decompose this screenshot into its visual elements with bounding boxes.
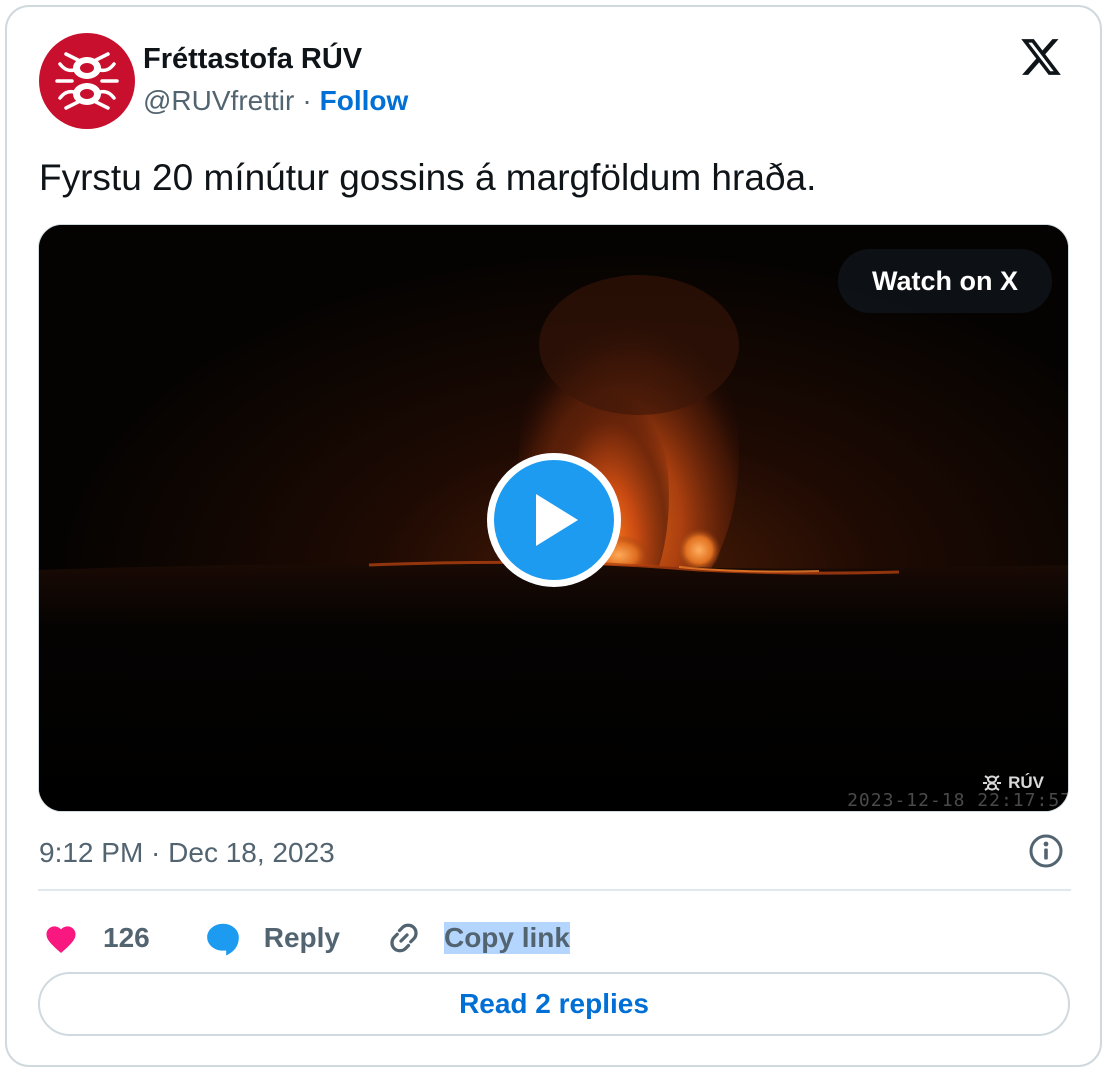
- tweet-text: Fyrstu 20 mínútur gossins á margföldum h…: [39, 157, 817, 198]
- author-name[interactable]: Fréttastofa RÚV: [143, 43, 362, 76]
- copy-link-button[interactable]: Copy link: [386, 920, 570, 956]
- follow-link[interactable]: Follow: [320, 85, 409, 117]
- video-player[interactable]: Watch on X RÚV 2023-12-18 22:17:57: [38, 224, 1069, 812]
- author-handle[interactable]: @RUVfrettir: [143, 85, 294, 117]
- like-button[interactable]: 126: [43, 922, 150, 954]
- separator: ·: [302, 85, 312, 116]
- action-bar: 126 Reply Copy link: [43, 912, 570, 964]
- camera-timestamp: 2023-12-18 22:17:57: [847, 790, 1069, 811]
- heart-icon: [43, 922, 79, 954]
- reply-button[interactable]: Reply: [204, 920, 340, 956]
- like-count: 126: [103, 922, 150, 953]
- play-button[interactable]: [487, 453, 621, 587]
- ruv-logo-icon: [55, 52, 119, 110]
- link-icon: [386, 920, 422, 956]
- divider: [38, 889, 1071, 891]
- watch-on-x-button[interactable]: Watch on X: [838, 249, 1052, 313]
- avatar[interactable]: [39, 33, 135, 129]
- x-logo-icon[interactable]: [1018, 35, 1064, 79]
- copy-link-label: Copy link: [443, 922, 570, 954]
- handle-row: @RUVfrettir · Follow: [143, 85, 408, 117]
- tweet-card: Fréttastofa RÚV @RUVfrettir · Follow Fyr…: [5, 5, 1102, 1067]
- tweet-timestamp[interactable]: 9:12 PM · Dec 18, 2023: [39, 837, 335, 869]
- reply-label: Reply: [263, 922, 340, 953]
- info-icon[interactable]: [1028, 833, 1064, 869]
- speech-bubble-icon: [204, 920, 242, 956]
- read-replies-button[interactable]: Read 2 replies: [38, 972, 1070, 1036]
- play-icon: [536, 494, 578, 546]
